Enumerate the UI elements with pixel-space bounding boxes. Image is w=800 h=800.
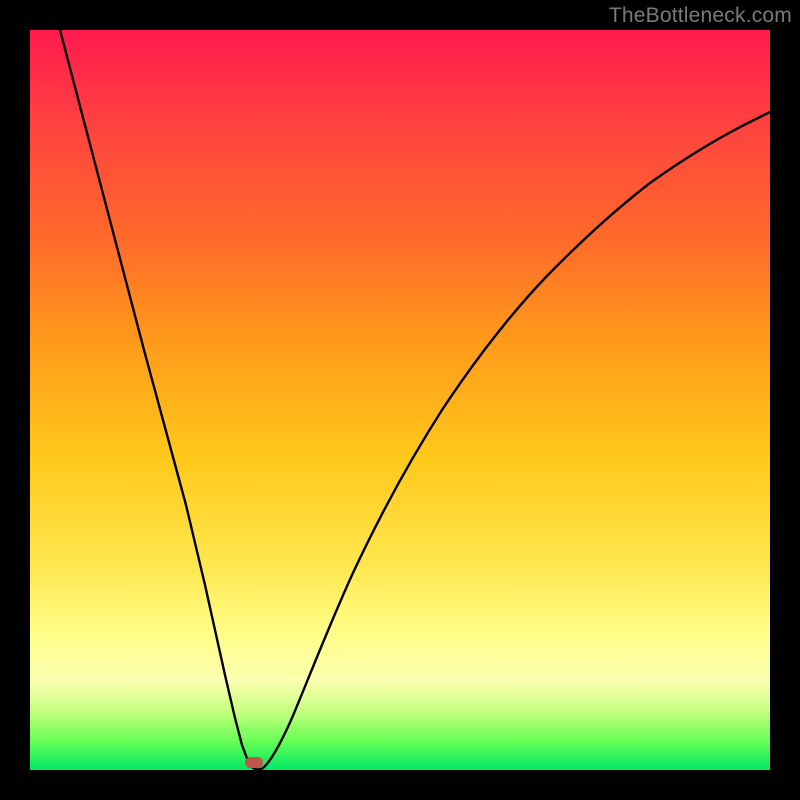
curve-path — [60, 30, 770, 770]
minimum-marker — [245, 757, 263, 768]
chart-frame: TheBottleneck.com — [0, 0, 800, 800]
watermark-text: TheBottleneck.com — [609, 4, 792, 28]
bottleneck-curve — [30, 30, 770, 770]
plot-area — [30, 30, 770, 770]
